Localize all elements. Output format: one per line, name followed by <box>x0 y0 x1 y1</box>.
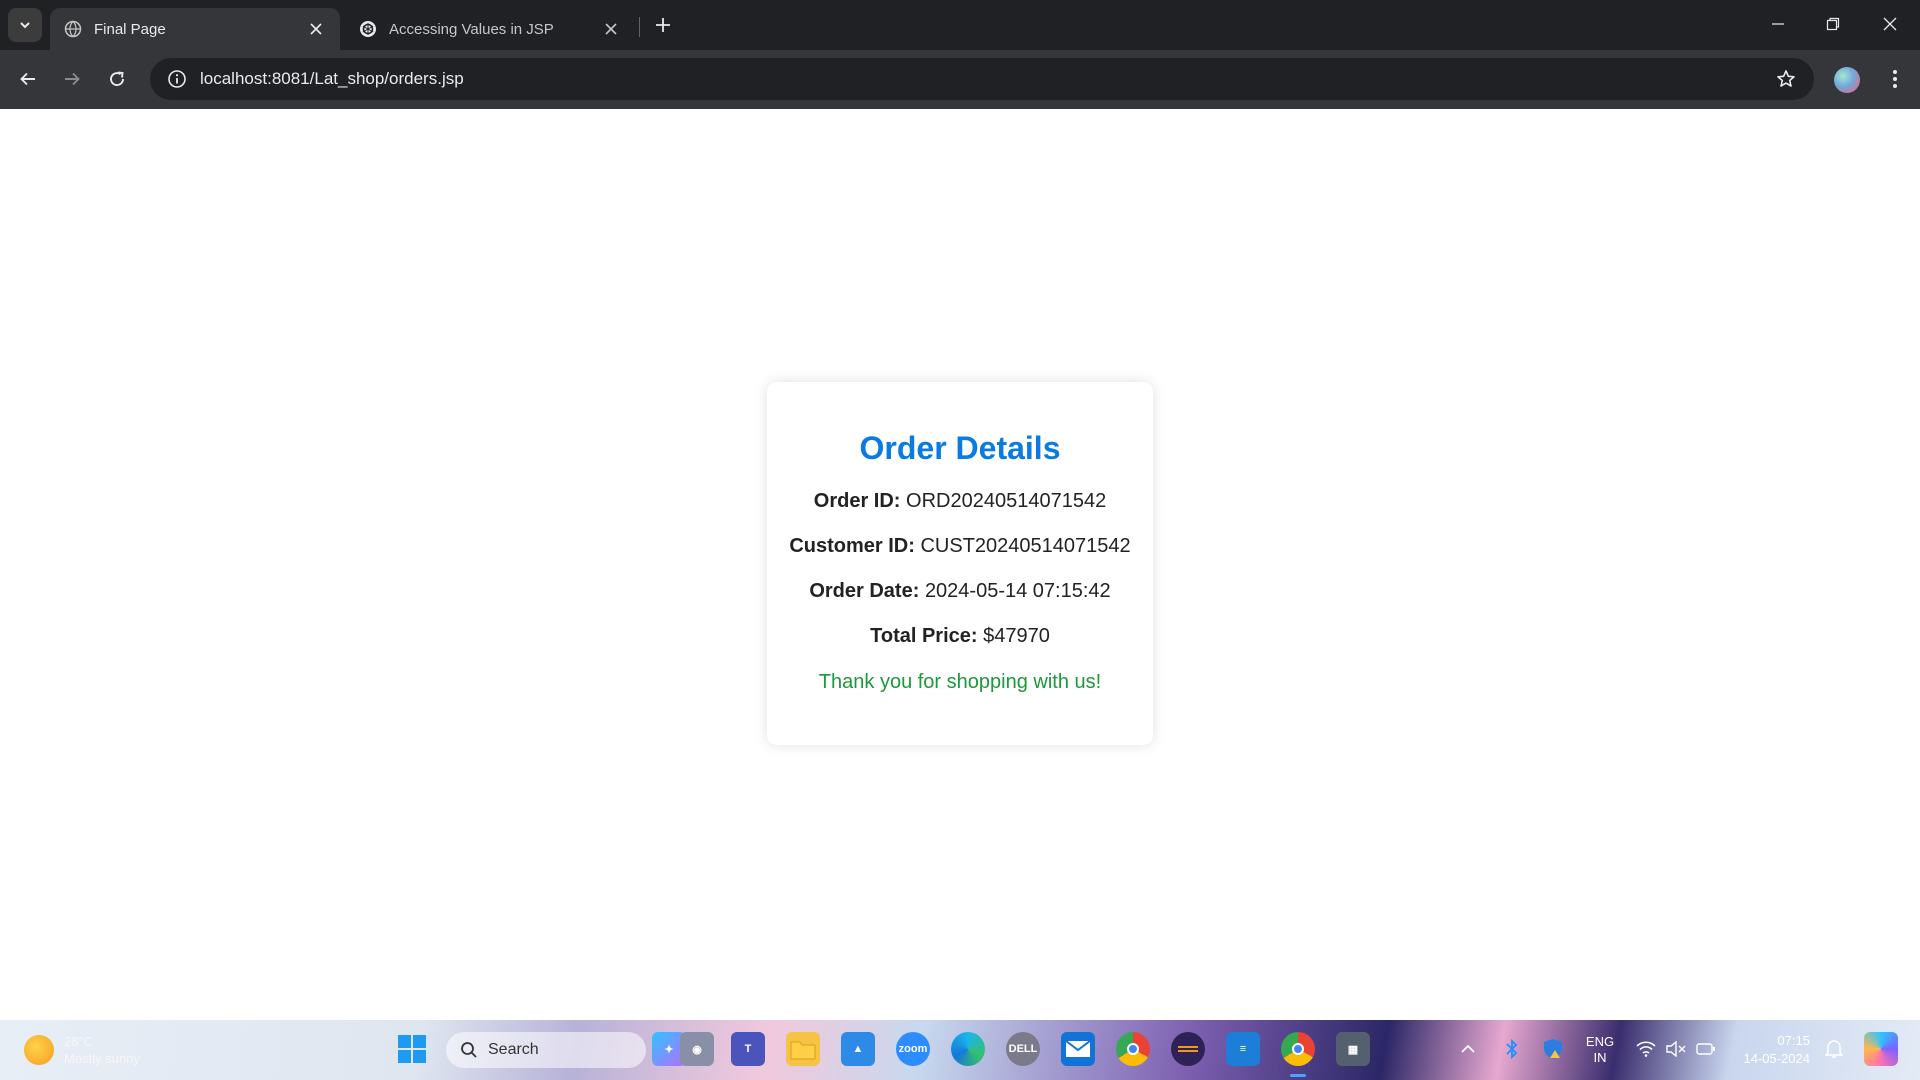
globe-icon <box>64 20 82 38</box>
tab-accessing-values[interactable]: Accessing Values in JSP <box>345 8 635 50</box>
close-icon <box>1883 17 1897 31</box>
photos-icon[interactable]: ▲ <box>841 1032 875 1066</box>
address-bar[interactable]: localhost:8081/Lat_shop/orders.jsp <box>150 58 1814 100</box>
weather-widget[interactable]: 28°C Mostly sunny <box>24 1030 184 1070</box>
restore-button[interactable] <box>1815 8 1851 40</box>
clock-time: 07:15 <box>1777 1033 1810 1048</box>
tab-strip: Final Page Accessing Values in JSP <box>0 0 1920 50</box>
clock-date: 14-05-2024 <box>1743 1051 1811 1066</box>
total-price-row: Total Price: $47970 <box>767 622 1153 651</box>
minimize-button[interactable] <box>1760 8 1796 40</box>
back-button[interactable] <box>13 64 43 94</box>
bluetooth-icon[interactable] <box>1500 1032 1524 1066</box>
order-id-value: ORD20240514071542 <box>906 490 1107 512</box>
arrow-left-icon <box>20 72 35 86</box>
eclipse-icon[interactable] <box>1171 1032 1205 1066</box>
weather-condition: Mostly sunny <box>64 1051 140 1066</box>
dell-icon[interactable]: DELL <box>1006 1032 1040 1066</box>
profile-avatar[interactable] <box>1834 67 1860 93</box>
search-label: Search <box>488 1041 539 1058</box>
order-id-row: Order ID: ORD20240514071542 <box>767 487 1153 516</box>
order-id-label: Order ID: <box>813 490 901 512</box>
partly-sunny-icon <box>24 1035 54 1065</box>
defender-shield-icon[interactable] <box>1540 1032 1566 1066</box>
minimize-icon <box>1772 23 1784 25</box>
arrow-right-icon <box>65 72 80 86</box>
wifi-icon[interactable] <box>1634 1032 1658 1066</box>
tab-search-button[interactable] <box>8 8 42 42</box>
active-app-indicator <box>1290 1074 1306 1077</box>
close-icon[interactable] <box>306 19 326 39</box>
reload-button[interactable] <box>102 64 132 94</box>
restore-icon <box>1826 17 1840 31</box>
chrome-active-icon[interactable] <box>1281 1032 1315 1066</box>
chrome-icon[interactable] <box>1116 1032 1150 1066</box>
search-icon <box>461 1042 477 1058</box>
tab-title: Accessing Values in JSP <box>389 20 554 38</box>
tab-final-page[interactable]: Final Page <box>50 8 340 50</box>
volume-muted-icon[interactable] <box>1664 1032 1688 1066</box>
thank-you-message: Thank you for shopping with us! <box>818 671 1102 693</box>
taskbar: 28°C Mostly sunny Search ✦ ◉ T ▲ zoom DE… <box>0 1020 1920 1080</box>
customer-id-value: CUST20240514071542 <box>920 535 1131 557</box>
plus-icon <box>656 18 670 32</box>
language-indicator[interactable]: ENG IN <box>1580 1034 1620 1066</box>
language-region: IN <box>1593 1050 1607 1065</box>
battery-icon[interactable] <box>1694 1032 1718 1066</box>
site-info-icon[interactable] <box>156 69 198 89</box>
taskbar-clock[interactable]: 07:15 14-05-2024 <box>1720 1032 1811 1068</box>
forward-button[interactable] <box>57 64 87 94</box>
edge-icon[interactable] <box>951 1032 985 1066</box>
page-title: Order Details <box>859 430 1061 466</box>
copilot-pre-icon[interactable] <box>1864 1032 1898 1066</box>
reload-icon <box>110 71 124 86</box>
total-price-label: Total Price: <box>870 625 978 647</box>
taskbar-search[interactable]: Search <box>446 1032 646 1068</box>
mail-icon[interactable] <box>1061 1032 1095 1066</box>
browser-menu-button[interactable] <box>1880 64 1910 94</box>
chatgpt-icon <box>359 20 377 38</box>
tab-title: Final Page <box>94 20 166 38</box>
widgets-icon[interactable]: ◉ <box>680 1032 714 1066</box>
new-tab-button[interactable] <box>650 12 676 38</box>
order-date-value: 2024-05-14 07:15:42 <box>924 580 1111 602</box>
tab-separator <box>639 17 640 37</box>
bookmark-star-icon[interactable] <box>1766 69 1806 89</box>
windows-start-icon[interactable] <box>395 1032 429 1066</box>
close-icon[interactable] <box>601 19 621 39</box>
customer-id-label: Customer ID: <box>789 535 915 557</box>
customer-id-row: Customer ID: CUST20240514071542 <box>767 532 1153 561</box>
order-details-card: Order Details Order ID: ORD2024051407154… <box>767 382 1153 745</box>
more-vertical-icon <box>1893 70 1897 88</box>
page-viewport: Order Details Order ID: ORD2024051407154… <box>0 109 1920 1020</box>
notepad-icon[interactable]: ≡ <box>1226 1032 1260 1066</box>
calculator-icon[interactable]: ▦ <box>1336 1032 1370 1066</box>
chevron-down-icon <box>20 22 30 29</box>
close-window-button[interactable] <box>1872 8 1908 40</box>
teams-icon[interactable]: T <box>731 1032 765 1066</box>
file-explorer-icon[interactable] <box>786 1032 820 1066</box>
total-price-value: $47970 <box>983 625 1050 647</box>
weather-temp: 28°C <box>64 1034 94 1049</box>
zoom-icon[interactable]: zoom <box>896 1032 930 1066</box>
order-date-row: Order Date: 2024-05-14 07:15:42 <box>767 577 1153 606</box>
notification-bell-icon[interactable] <box>1822 1032 1846 1066</box>
order-date-label: Order Date: <box>809 580 920 602</box>
url-text[interactable]: localhost:8081/Lat_shop/orders.jsp <box>200 69 1766 89</box>
browser-toolbar: localhost:8081/Lat_shop/orders.jsp <box>0 50 1920 109</box>
language-code: ENG <box>1585 1034 1615 1049</box>
chevron-up-icon[interactable] <box>1456 1032 1480 1066</box>
